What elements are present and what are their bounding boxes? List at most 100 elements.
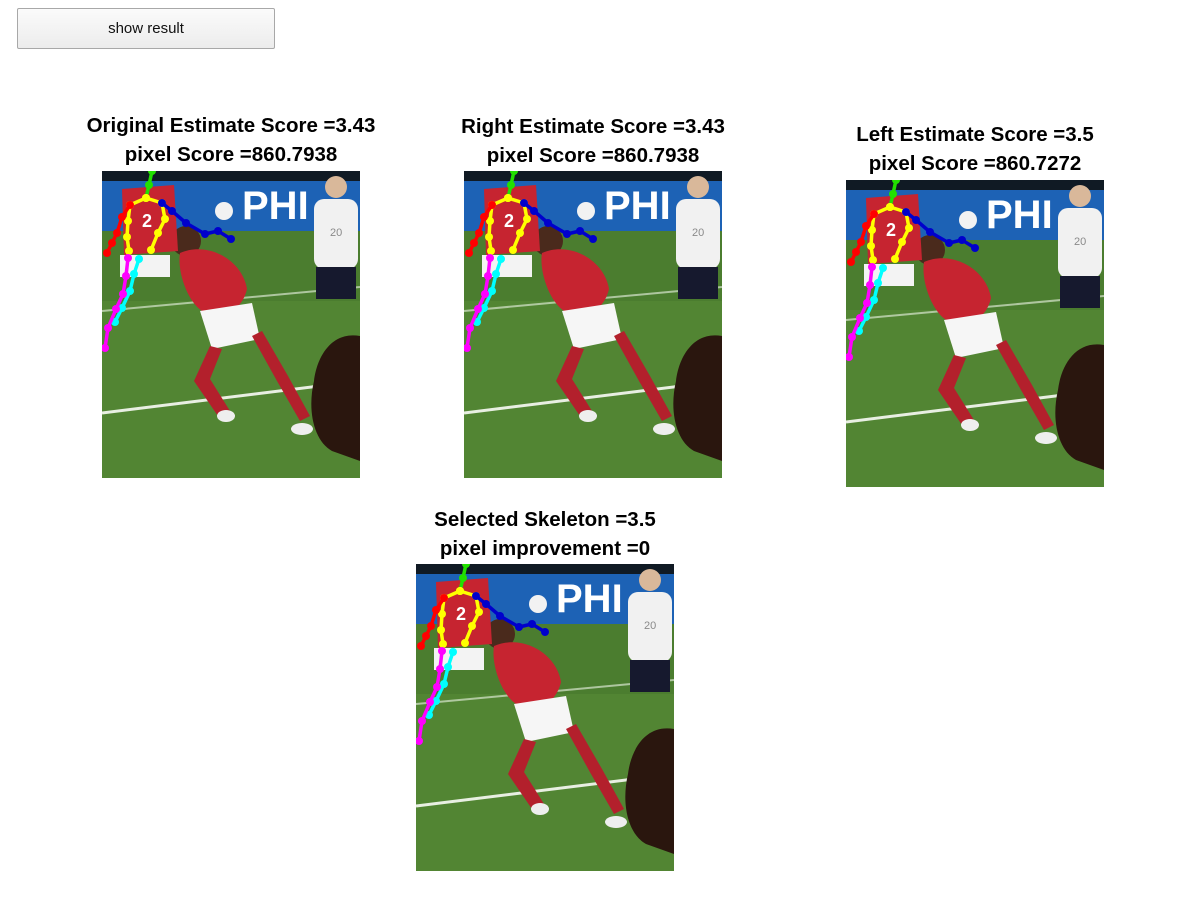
skeleton-joint [488, 201, 496, 209]
skeleton-joint [867, 242, 875, 250]
panel-title: Original Estimate Score =3.43 [86, 114, 376, 137]
player-boot [217, 410, 235, 422]
panel-title-block: Right Estimate Score =3.43 pixel Score =… [404, 113, 782, 170]
skeleton-joint [891, 255, 899, 263]
skeleton-joint [857, 238, 865, 246]
skeleton-joint [496, 612, 504, 620]
skeleton-joint [523, 215, 531, 223]
skeleton-joint [856, 314, 864, 322]
skeleton-joint [147, 246, 155, 254]
skeleton-joint [870, 296, 878, 304]
skeleton-joint [126, 287, 134, 295]
panel-title-block: Original Estimate Score =3.43 pixel Scor… [42, 112, 420, 169]
skeleton-joint [124, 254, 132, 262]
soccer-photo: PHI 20 2 [846, 180, 1104, 487]
skeleton-joint [158, 199, 166, 207]
skeleton-joint [497, 255, 505, 263]
skeleton-joint [135, 255, 143, 263]
panel-title: Right Estimate Score =3.43 [461, 115, 725, 138]
player-boot [531, 803, 549, 815]
skeleton-joint [507, 181, 515, 189]
skeleton-joint [440, 594, 448, 602]
background-player-shorts [1060, 276, 1100, 308]
panel-original-estimate: Original Estimate Score =3.43 pixel Scor… [87, 112, 375, 478]
jersey-number: 20 [330, 227, 342, 239]
skeleton-joint [472, 592, 480, 600]
skeleton-joint [870, 210, 878, 218]
skeleton-joint [866, 281, 874, 289]
stadium-top [464, 171, 722, 181]
player-boot [605, 816, 627, 828]
skeleton-joint [142, 194, 150, 202]
skeleton-joint [427, 622, 435, 630]
skeleton-joint [563, 230, 571, 238]
skeleton-joint [847, 258, 855, 266]
soccer-photo: PHI 20 2 [102, 171, 360, 478]
skeleton-joint [168, 207, 176, 215]
skeleton-joint [126, 201, 134, 209]
skeleton-joint [426, 698, 434, 706]
background-player-shorts [678, 267, 718, 299]
skeleton-joint [530, 207, 538, 215]
skeleton-joint [481, 290, 489, 298]
skeleton-joint [912, 216, 920, 224]
stadium-top [416, 564, 674, 574]
banner-text: PHI [556, 577, 623, 621]
skeleton-joint [465, 249, 473, 257]
show-result-button[interactable]: show result [17, 8, 275, 49]
skeleton-joint [474, 305, 482, 313]
pose-image: PHI 20 2 [102, 171, 360, 478]
stadium-top [102, 171, 360, 181]
skeleton-joint [945, 239, 953, 247]
jersey-number: 20 [1074, 236, 1086, 248]
skeleton-joint [438, 647, 446, 655]
background-player-head [1069, 185, 1091, 207]
skeleton-joint [515, 623, 523, 631]
background-player-head [325, 176, 347, 198]
player-boot [1035, 432, 1057, 444]
panel-subtitle: pixel improvement =0 [439, 536, 651, 560]
panel-title-block: Left Estimate Score =3.5 pixel Score =86… [786, 121, 1164, 178]
background-player-head [687, 176, 709, 198]
skeleton-joint [122, 272, 130, 280]
skeleton-joint [422, 632, 430, 640]
skeleton-joint [461, 639, 469, 647]
player-boot [653, 423, 675, 435]
jersey-number: 20 [692, 227, 704, 239]
player-boot [291, 423, 313, 435]
skeleton-joint [154, 229, 162, 237]
skeleton-joint [889, 190, 897, 198]
panel-title-block: Selected Skeleton =3.5 pixel improvement… [356, 506, 734, 563]
pose-image: PHI 20 2 [416, 564, 674, 871]
skeleton-joint [449, 648, 457, 656]
skeleton-joint [544, 219, 552, 227]
panel-subtitle: pixel Score =860.7938 [486, 143, 700, 167]
panel-title: Selected Skeleton =3.5 [434, 508, 656, 531]
banner-text: PHI [604, 184, 671, 228]
skeleton-joint [108, 239, 116, 247]
jersey-number: 20 [644, 620, 656, 632]
skeleton-joint [971, 244, 979, 252]
skeleton-joint [113, 229, 121, 237]
skeleton-joint [504, 194, 512, 202]
player-boot [961, 419, 979, 431]
skeleton-joint [125, 247, 133, 255]
skeleton-joint [862, 222, 870, 230]
jersey-number: 2 [142, 211, 152, 231]
jersey-number: 2 [456, 604, 466, 624]
panel-left-estimate: Left Estimate Score =3.5 pixel Score =86… [846, 121, 1104, 487]
skeleton-joint [201, 230, 209, 238]
banner-logo [215, 202, 233, 220]
skeleton-joint [475, 608, 483, 616]
skeleton-joint [886, 203, 894, 211]
skeleton-joint [104, 324, 112, 332]
skeleton-joint [589, 235, 597, 243]
banner-logo [577, 202, 595, 220]
skeleton-joint [466, 324, 474, 332]
panel-right-estimate: Right Estimate Score =3.43 pixel Score =… [461, 113, 725, 478]
skeleton-joint [863, 299, 871, 307]
banner-logo [529, 595, 547, 613]
skeleton-joint [182, 219, 190, 227]
skeleton-joint [103, 249, 111, 257]
skeleton-joint [520, 199, 528, 207]
